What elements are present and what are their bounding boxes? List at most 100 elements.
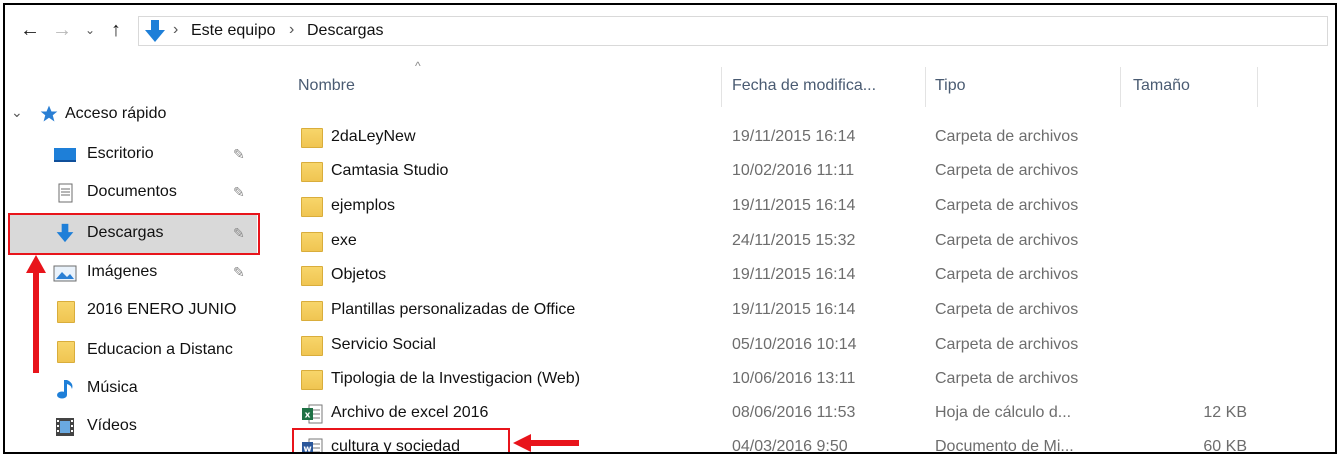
- file-date: 19/11/2015 16:14: [732, 301, 856, 318]
- column-divider[interactable]: [925, 67, 926, 107]
- file-list: ^ Nombre Fecha de modifica... Tipo Tamañ…: [267, 57, 1335, 452]
- desktop-icon: [54, 148, 76, 162]
- file-row[interactable]: Objetos 19/11/2015 16:14 Carpeta de arch…: [267, 259, 1335, 293]
- column-header-date[interactable]: Fecha de modifica...: [732, 77, 876, 95]
- navigation-pane: ⌄ Acceso rápido Escritorio ✎ Documentos: [5, 57, 267, 452]
- file-type: Carpeta de archivos: [935, 370, 1079, 387]
- file-size: 12 KB: [1203, 404, 1247, 421]
- pictures-icon: [53, 265, 77, 282]
- folder-icon: [301, 266, 323, 286]
- sidebar-item-label: Escritorio: [87, 145, 154, 162]
- column-header-type[interactable]: Tipo: [935, 77, 966, 95]
- pin-icon[interactable]: ✎: [233, 264, 245, 281]
- file-type: Carpeta de archivos: [935, 266, 1079, 283]
- annotation-arrow-up-icon: [26, 255, 46, 373]
- file-row[interactable]: exe 24/11/2015 15:32 Carpeta de archivos: [267, 225, 1335, 259]
- file-date: 19/11/2015 16:14: [732, 128, 856, 145]
- column-divider[interactable]: [1257, 67, 1258, 107]
- chevron-down-icon[interactable]: ⌄: [11, 104, 23, 121]
- sidebar-item-label: Música: [87, 379, 138, 396]
- highlight-box: [292, 428, 510, 452]
- videos-icon: [56, 418, 74, 436]
- sidebar-item-label: Documentos: [87, 183, 177, 200]
- sidebar-item-label: Acceso rápido: [65, 105, 167, 122]
- sidebar-item-quick-access[interactable]: ⌄ Acceso rápido: [5, 97, 263, 133]
- file-date: 04/03/2016 9:50: [732, 438, 848, 454]
- file-name: exe: [331, 232, 357, 249]
- sidebar-item-documentos[interactable]: Documentos ✎: [5, 175, 263, 211]
- file-name: Servicio Social: [331, 336, 436, 353]
- column-divider[interactable]: [721, 67, 722, 107]
- address-bar[interactable]: › Este equipo › Descargas: [138, 16, 1328, 46]
- file-date: 10/06/2016 13:11: [732, 370, 856, 387]
- folder-icon: [57, 301, 75, 323]
- breadcrumb-separator: ›: [289, 21, 295, 38]
- documents-icon: [58, 183, 73, 203]
- file-type: Carpeta de archivos: [935, 336, 1079, 353]
- breadcrumb-este-equipo[interactable]: Este equipo: [191, 22, 276, 40]
- breadcrumb-separator: ›: [173, 21, 179, 38]
- file-date: 24/11/2015 15:32: [732, 232, 856, 249]
- file-row[interactable]: Plantillas personalizadas de Office 19/1…: [267, 294, 1335, 328]
- pin-icon[interactable]: ✎: [233, 146, 245, 163]
- file-name: ejemplos: [331, 197, 396, 214]
- breadcrumb-descargas[interactable]: Descargas: [307, 22, 383, 40]
- forward-arrow-icon[interactable]: →: [49, 17, 75, 43]
- column-divider[interactable]: [1120, 67, 1121, 107]
- svg-text:x: x: [305, 411, 311, 421]
- folder-icon: [301, 232, 323, 252]
- folder-icon: [301, 128, 323, 148]
- file-row[interactable]: Servicio Social 05/10/2016 10:14 Carpeta…: [267, 329, 1335, 363]
- explorer-window: ← → ⌄ ↑ › Este equipo › Descargas ⌄ Acce…: [3, 3, 1337, 454]
- excel-file-icon: x: [302, 404, 323, 424]
- recent-locations-chevron-icon[interactable]: ⌄: [81, 17, 99, 43]
- annotation-arrow-left-icon: [513, 434, 579, 452]
- sidebar-item-label: 2016 ENERO JUNIO: [87, 301, 237, 318]
- file-date: 19/11/2015 16:14: [732, 266, 856, 283]
- sidebar-item-label: Educacion a Distanc: [87, 341, 233, 358]
- column-header-size[interactable]: Tamaño: [1133, 77, 1190, 95]
- file-row[interactable]: 2daLeyNew 19/11/2015 16:14 Carpeta de ar…: [267, 121, 1335, 155]
- file-name: 2daLeyNew: [331, 128, 416, 145]
- folder-icon: [301, 162, 323, 182]
- folder-icon: [57, 341, 75, 363]
- file-name: Objetos: [331, 266, 387, 283]
- file-date: 08/06/2016 11:53: [732, 404, 856, 421]
- file-name: Tipologia de la Investigacion (Web): [331, 370, 581, 387]
- file-row[interactable]: Camtasia Studio 10/02/2016 11:11 Carpeta…: [267, 155, 1335, 189]
- folder-icon: [301, 336, 323, 356]
- file-size: 60 KB: [1203, 438, 1247, 454]
- sidebar-item-musica[interactable]: Música: [5, 371, 263, 407]
- pin-icon[interactable]: ✎: [233, 184, 245, 201]
- file-date: 05/10/2016 10:14: [732, 336, 857, 353]
- folder-icon: [301, 370, 323, 390]
- folder-icon: [301, 301, 323, 321]
- file-type: Carpeta de archivos: [935, 301, 1079, 318]
- up-arrow-icon[interactable]: ↑: [103, 17, 129, 43]
- music-icon: [57, 380, 73, 399]
- sort-ascending-icon: ^: [415, 59, 421, 73]
- file-row[interactable]: x Archivo de excel 2016 08/06/2016 11:53…: [267, 397, 1335, 431]
- sidebar-item-label: Imágenes: [87, 263, 158, 280]
- file-type: Carpeta de archivos: [935, 197, 1079, 214]
- file-date: 10/02/2016 11:11: [732, 162, 855, 179]
- column-header-name[interactable]: Nombre: [298, 77, 355, 95]
- sidebar-item-videos[interactable]: Vídeos: [5, 409, 263, 445]
- back-arrow-icon[interactable]: ←: [17, 17, 43, 43]
- file-name: Plantillas personalizadas de Office: [331, 301, 576, 318]
- file-type: Hoja de cálculo d...: [935, 404, 1072, 421]
- folder-icon: [301, 197, 323, 217]
- address-toolbar: ← → ⌄ ↑ › Este equipo › Descargas: [5, 5, 1335, 57]
- file-type: Carpeta de archivos: [935, 128, 1079, 145]
- star-icon: [40, 105, 58, 122]
- file-date: 19/11/2015 16:14: [732, 197, 856, 214]
- file-row[interactable]: ejemplos 19/11/2015 16:14 Carpeta de arc…: [267, 190, 1335, 224]
- file-name: Archivo de excel 2016: [331, 404, 489, 421]
- file-type: Documento de Mi...: [935, 438, 1074, 454]
- sidebar-item-escritorio[interactable]: Escritorio ✎: [5, 137, 263, 173]
- sidebar-item-label: Vídeos: [87, 417, 137, 434]
- downloads-icon: [145, 20, 165, 42]
- file-row[interactable]: Tipologia de la Investigacion (Web) 10/0…: [267, 363, 1335, 397]
- file-name: Camtasia Studio: [331, 162, 449, 179]
- file-type: Carpeta de archivos: [935, 162, 1079, 179]
